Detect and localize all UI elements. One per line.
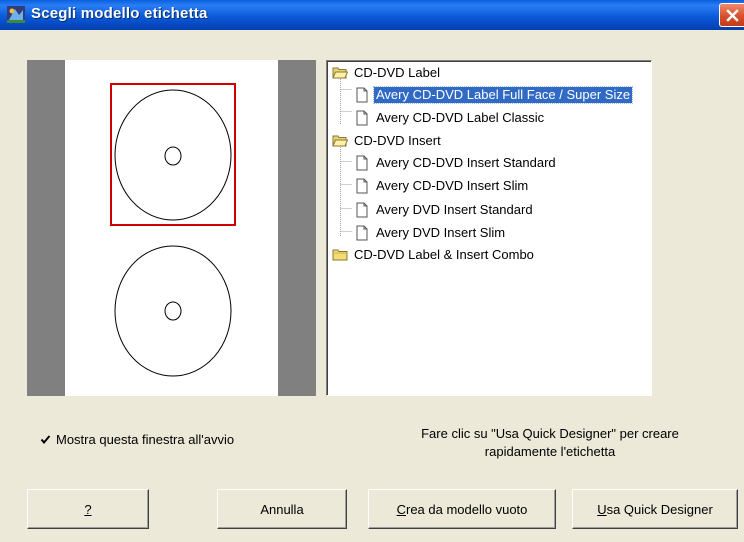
disc-layout [110,83,236,377]
document-icon [356,110,368,126]
tree-group-cd-dvd-insert[interactable]: CD-DVD Insert [332,132,443,150]
tree-group-combo[interactable]: CD-DVD Label & Insert Combo [332,246,536,264]
document-icon [356,87,368,103]
folder-closed-icon [332,249,348,261]
show-on-startup-checkbox[interactable] [40,434,51,445]
tree-item-insert-standard[interactable]: Avery CD-DVD Insert Standard [354,154,558,172]
disc-bottom-hole [164,301,182,321]
label-preview [27,60,316,396]
window-title: Scegli modello etichetta [31,5,208,22]
quick-designer-hint: Fare clic su "Usa Quick Designer" per cr… [400,425,700,461]
tree-item-insert-slim[interactable]: Avery CD-DVD Insert Slim [354,177,530,195]
create-blank-mnemonic: C [396,501,406,517]
tree-item-label: Avery CD-DVD Label Full Face / Super Siz… [372,86,634,104]
folder-open-icon [332,135,348,147]
template-tree[interactable]: CD-DVD Label Avery CD-DVD Label Full Fac… [326,60,652,396]
tree-group-label: CD-DVD Label [354,65,440,80]
tree-group-cd-dvd-label[interactable]: CD-DVD Label [332,64,442,82]
quick-designer-mnemonic: U [597,501,607,517]
tree-group-label: CD-DVD Label & Insert Combo [354,247,534,262]
close-button[interactable] [719,3,744,27]
document-icon [356,178,368,194]
app-icon [7,6,25,23]
help-button[interactable]: ? [27,489,149,529]
tree-item-label: Avery CD-DVD Insert Slim [376,178,529,193]
title-bar[interactable]: Scegli modello etichetta [0,0,744,30]
document-icon [356,155,368,171]
tree-item-label: Avery DVD Insert Standard [376,202,533,217]
tree-item-classic[interactable]: Avery CD-DVD Label Classic [354,109,546,127]
disc-bottom [114,245,232,377]
create-from-blank-button[interactable]: Crea da modello vuoto [368,489,556,529]
tree-item-label: Avery CD-DVD Label Classic [376,110,545,125]
cancel-button-label: Annulla [260,501,304,517]
show-on-startup-label[interactable]: Mostra questa finestra all'avvio [56,432,234,447]
create-blank-label: rea da modello vuoto [405,501,528,517]
use-quick-designer-button[interactable]: Usa Quick Designer [572,489,738,529]
folder-open-icon [332,67,348,79]
tree-item-dvd-insert-standard[interactable]: Avery DVD Insert Standard [354,201,535,219]
tree-item-dvd-insert-slim[interactable]: Avery DVD Insert Slim [354,224,507,242]
disc-top [114,89,232,221]
tree-item-label: Avery DVD Insert Slim [376,225,506,240]
quick-designer-label: sa Quick Designer [606,501,713,517]
close-icon [726,9,739,22]
tree-group-label: CD-DVD Insert [354,133,441,148]
hint-line-2: rapidamente l'etichetta [484,444,616,459]
selected-label-outline [110,83,236,226]
document-icon [356,225,368,241]
cancel-button[interactable]: Annulla [217,489,347,529]
tree-item-full-face[interactable]: Avery CD-DVD Label Full Face / Super Siz… [354,86,634,104]
tree-item-label: Avery CD-DVD Insert Standard [376,155,556,170]
dialog-window: Scegli modello etichetta CD-DVD Label Av… [0,0,744,542]
hint-line-1: Fare clic su "Usa Quick Designer" per cr… [421,426,679,441]
help-button-label: ? [84,501,92,517]
disc-top-hole [164,146,182,166]
document-icon [356,202,368,218]
